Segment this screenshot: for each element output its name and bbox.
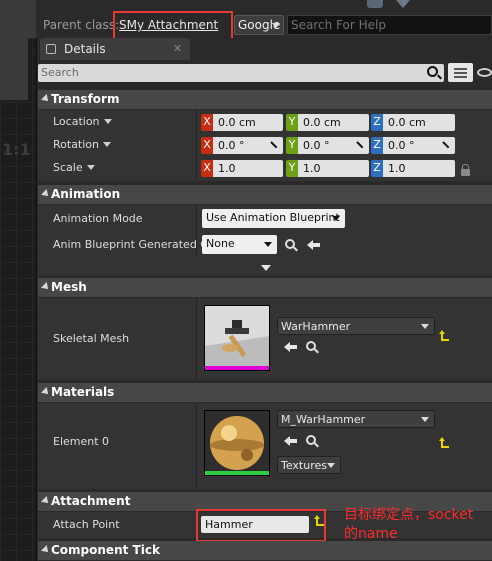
lock-icon[interactable]	[461, 164, 470, 176]
category-animation-title: Animation	[51, 187, 121, 201]
browse-icon[interactable]	[306, 435, 316, 445]
column-divider	[196, 403, 197, 489]
collapse-arrow-icon	[41, 94, 51, 104]
skeletal-mesh-label: Skeletal Mesh	[53, 332, 130, 345]
collapse-arrow-icon	[41, 387, 51, 397]
skeletal-mesh-value: WarHammer	[281, 320, 351, 333]
axis-z-badge: Z	[371, 137, 383, 154]
axis-x-badge: X	[201, 160, 213, 177]
category-materials[interactable]: Materials	[38, 383, 492, 402]
chevron-down-icon	[421, 324, 429, 329]
spin-arrow-icon[interactable]	[443, 141, 451, 149]
skeletal-mesh-dropdown[interactable]: WarHammer	[277, 317, 435, 335]
reset-to-default-icon[interactable]	[439, 437, 449, 448]
details-tab-icon	[46, 44, 56, 54]
material-dropdown[interactable]: M_WarHammer	[277, 410, 435, 428]
browse-icon[interactable]	[306, 341, 316, 351]
canvas-block	[0, 38, 28, 100]
tab-details[interactable]: Details ✕	[40, 38, 190, 60]
category-transform[interactable]: Transform	[38, 90, 492, 109]
textures-label: Textures	[281, 459, 327, 472]
category-materials-title: Materials	[51, 385, 115, 399]
location-x-field[interactable]: 0.0 cm	[213, 114, 283, 131]
chevron-down-icon	[327, 463, 335, 468]
zoom-indicator: 1:1	[2, 140, 31, 159]
location-label[interactable]: Location	[53, 115, 112, 128]
use-selected-arrow-icon[interactable]	[307, 240, 320, 250]
annotation-line-1: 目标绑定点，socket	[344, 507, 474, 523]
spin-arrow-icon[interactable]	[271, 141, 279, 149]
scale-y-field[interactable]: 1.0	[298, 160, 369, 177]
view-options-icon[interactable]	[448, 63, 473, 82]
help-search-input[interactable]: Search For Help	[287, 15, 492, 35]
skeletal-mesh-thumbnail[interactable]	[204, 305, 270, 371]
anim-blueprint-dropdown[interactable]: None	[202, 235, 277, 254]
browse-icon[interactable]	[285, 239, 295, 249]
material-sphere-image	[205, 411, 269, 475]
attach-point-highlight	[196, 509, 326, 542]
parent-class-label: Parent class:	[43, 18, 120, 32]
chevron-down-icon	[86, 165, 95, 170]
scale-label[interactable]: Scale	[53, 161, 95, 174]
chevron-down-icon	[264, 242, 272, 247]
details-search-input[interactable]: Search	[38, 64, 444, 82]
chat-icon[interactable]	[367, 0, 383, 8]
collapse-arrow-icon	[41, 189, 51, 199]
chevron-down-icon	[272, 23, 280, 28]
material-thumbnail[interactable]	[204, 410, 270, 476]
location-y-field[interactable]: 0.0 cm	[298, 114, 369, 131]
anim-blueprint-value: None	[206, 237, 235, 250]
column-divider	[196, 110, 197, 181]
scale-z-field[interactable]: 1.0	[383, 160, 455, 177]
element-0-label: Element 0	[53, 435, 110, 448]
attach-point-label: Attach Point	[53, 518, 120, 531]
axis-z-badge: Z	[371, 160, 383, 177]
category-mesh-title: Mesh	[51, 280, 87, 294]
use-selected-arrow-icon[interactable]	[284, 436, 297, 446]
advanced-expand-icon[interactable]	[261, 265, 271, 271]
eye-icon[interactable]	[477, 68, 492, 77]
chevron-down-icon	[421, 417, 429, 422]
axis-x-badge: X	[201, 114, 213, 131]
scale-x-field[interactable]: 1.0	[213, 160, 283, 177]
column-divider	[196, 298, 197, 380]
anim-blueprint-label: Anim Blueprint Generated Cl	[53, 238, 212, 251]
category-transform-title: Transform	[51, 92, 120, 106]
animation-mode-value: Use Animation Blueprint	[206, 211, 340, 224]
collapse-arrow-icon	[41, 496, 51, 506]
annotation-note: 目标绑定点，socket 的name	[344, 506, 473, 544]
category-mesh[interactable]: Mesh	[38, 278, 492, 297]
location-z-field[interactable]: 0.0 cm	[383, 114, 455, 131]
chevron-down-icon	[103, 142, 112, 147]
rotation-label[interactable]: Rotation	[53, 138, 112, 151]
animation-mode-label: Animation Mode	[53, 212, 143, 225]
collapse-arrow-icon	[41, 282, 51, 292]
category-component-tick[interactable]: Component Tick	[38, 541, 492, 560]
search-icon[interactable]	[427, 66, 438, 77]
collapse-arrow-icon	[41, 545, 51, 555]
tab-details-label: Details	[64, 42, 106, 56]
category-animation[interactable]: Animation	[38, 185, 492, 204]
material-value: M_WarHammer	[281, 413, 366, 426]
axis-y-badge: Y	[286, 114, 298, 131]
search-provider-dropdown[interactable]: Google	[234, 15, 284, 35]
category-component-tick-title: Component Tick	[51, 543, 160, 557]
graph-canvas[interactable]	[0, 38, 36, 561]
axis-y-badge: Y	[286, 137, 298, 154]
axis-y-badge: Y	[286, 160, 298, 177]
spin-arrow-icon[interactable]	[357, 141, 365, 149]
axis-z-badge: Z	[371, 114, 383, 131]
chevron-down-icon	[332, 216, 340, 221]
reset-to-default-icon[interactable]	[439, 330, 449, 341]
animation-mode-dropdown[interactable]: Use Animation Blueprint	[202, 209, 345, 228]
use-selected-arrow-icon[interactable]	[284, 342, 297, 352]
chevron-down-icon	[103, 119, 112, 124]
close-icon[interactable]: ✕	[173, 42, 182, 55]
hammer-thumbnail-image	[205, 306, 269, 370]
category-attachment-title: Attachment	[51, 494, 131, 508]
textures-dropdown[interactable]: Textures	[277, 456, 341, 474]
axis-x-badge: X	[201, 137, 213, 154]
